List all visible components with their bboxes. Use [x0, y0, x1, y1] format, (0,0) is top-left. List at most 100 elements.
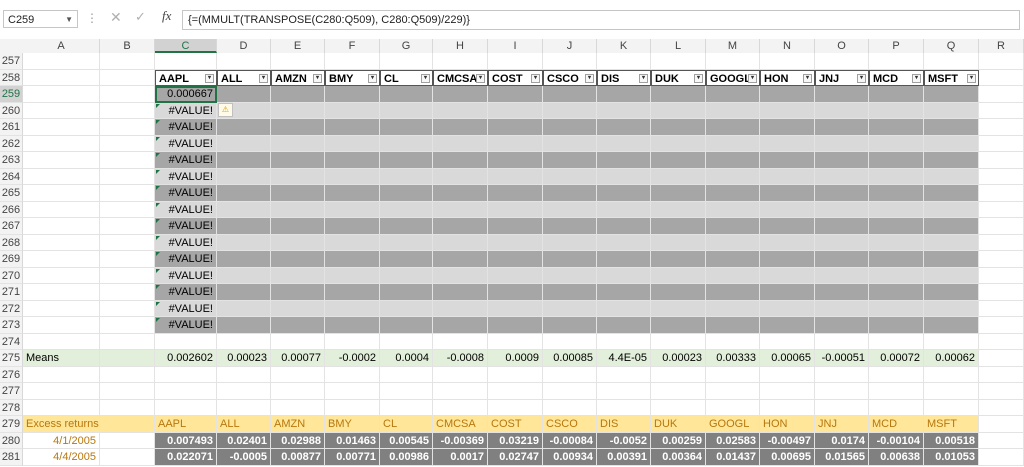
empty-cell[interactable] [543, 399, 597, 416]
column-header-q[interactable]: Q [924, 39, 979, 53]
matrix-cell[interactable] [488, 317, 543, 334]
matrix-cell[interactable] [760, 185, 815, 202]
matrix-cell[interactable] [380, 267, 433, 284]
empty-cell[interactable] [325, 53, 380, 70]
matrix-cell[interactable]: #VALUE! [155, 152, 217, 169]
matrix-cell[interactable] [706, 284, 760, 301]
column-header-j[interactable]: J [543, 39, 597, 53]
empty-cell[interactable] [924, 366, 979, 383]
matrix-cell[interactable] [543, 86, 597, 103]
empty-cell[interactable] [380, 399, 433, 416]
matrix-cell[interactable] [651, 119, 706, 136]
matrix-cell[interactable] [217, 135, 271, 152]
row-header[interactable]: 261 [0, 119, 23, 136]
ticker-header-googl[interactable]: GOOGL ▾ [706, 69, 760, 86]
matrix-cell[interactable] [706, 168, 760, 185]
empty-cell[interactable] [100, 135, 155, 152]
empty-cell[interactable] [979, 152, 1024, 169]
excess-return-value[interactable]: 0.01437 [706, 449, 760, 466]
empty-cell[interactable] [433, 53, 488, 70]
matrix-cell[interactable] [760, 234, 815, 251]
empty-cell[interactable] [979, 168, 1024, 185]
matrix-cell[interactable] [325, 317, 380, 334]
empty-cell[interactable] [23, 251, 100, 268]
matrix-cell[interactable] [488, 135, 543, 152]
matrix-cell[interactable] [597, 135, 651, 152]
matrix-cell[interactable] [760, 284, 815, 301]
empty-cell[interactable] [979, 267, 1024, 284]
matrix-cell[interactable] [217, 251, 271, 268]
excess-return-value[interactable]: 0.00877 [271, 449, 325, 466]
matrix-cell[interactable] [271, 284, 325, 301]
column-header-l[interactable]: L [651, 39, 706, 53]
excess-ticker-header[interactable]: HON [760, 416, 815, 433]
matrix-cell[interactable] [433, 317, 488, 334]
mean-value[interactable]: 0.00023 [217, 350, 271, 367]
matrix-cell[interactable]: 0.000667 [155, 86, 217, 103]
matrix-cell[interactable] [815, 102, 869, 119]
matrix-cell[interactable] [869, 119, 924, 136]
matrix-cell[interactable] [760, 102, 815, 119]
matrix-cell[interactable] [924, 234, 979, 251]
matrix-cell[interactable] [597, 185, 651, 202]
empty-cell[interactable] [488, 333, 543, 350]
matrix-cell[interactable] [271, 135, 325, 152]
row-header[interactable]: 271 [0, 284, 23, 301]
empty-cell[interactable] [23, 366, 100, 383]
empty-cell[interactable] [815, 399, 869, 416]
empty-cell[interactable] [651, 333, 706, 350]
empty-cell[interactable] [760, 383, 815, 400]
matrix-cell[interactable] [543, 234, 597, 251]
ticker-header-cmcsa[interactable]: CMCSA ▾ [433, 69, 488, 86]
matrix-cell[interactable] [380, 317, 433, 334]
empty-cell[interactable] [760, 399, 815, 416]
matrix-cell[interactable] [271, 300, 325, 317]
matrix-cell[interactable] [815, 234, 869, 251]
matrix-cell[interactable] [380, 86, 433, 103]
matrix-cell[interactable] [217, 152, 271, 169]
matrix-cell[interactable] [217, 201, 271, 218]
empty-cell[interactable] [380, 366, 433, 383]
matrix-cell[interactable] [760, 251, 815, 268]
ticker-header-dis[interactable]: DIS ▾ [597, 69, 651, 86]
matrix-cell[interactable] [651, 284, 706, 301]
excess-return-value[interactable]: 0.0174 [815, 432, 869, 449]
empty-cell[interactable] [488, 383, 543, 400]
excess-return-value[interactable]: 0.00934 [543, 449, 597, 466]
matrix-cell[interactable] [760, 300, 815, 317]
row-header[interactable]: 280 [0, 432, 23, 449]
matrix-cell[interactable]: #VALUE! [155, 267, 217, 284]
column-header-a[interactable]: A [23, 39, 100, 53]
filter-dropdown-icon[interactable]: ▾ [585, 73, 594, 83]
matrix-cell[interactable] [433, 152, 488, 169]
filter-dropdown-icon[interactable]: ▾ [748, 73, 757, 83]
empty-cell[interactable] [23, 69, 100, 86]
excess-return-value[interactable]: 0.00695 [760, 449, 815, 466]
ticker-header-jnj[interactable]: JNJ ▾ [815, 69, 869, 86]
empty-cell[interactable] [706, 399, 760, 416]
empty-cell[interactable] [979, 234, 1024, 251]
matrix-cell[interactable] [488, 168, 543, 185]
empty-cell[interactable] [100, 284, 155, 301]
empty-cell[interactable] [979, 383, 1024, 400]
excess-ticker-header[interactable]: CMCSA [433, 416, 488, 433]
matrix-cell[interactable] [488, 300, 543, 317]
empty-cell[interactable] [979, 69, 1024, 86]
matrix-cell[interactable] [869, 152, 924, 169]
empty-cell[interactable] [100, 383, 155, 400]
matrix-cell[interactable] [543, 300, 597, 317]
matrix-cell[interactable] [488, 86, 543, 103]
matrix-cell[interactable] [924, 251, 979, 268]
row-header[interactable]: 267 [0, 218, 23, 235]
matrix-cell[interactable]: #VALUE! [155, 185, 217, 202]
mean-value[interactable]: 0.00023 [651, 350, 706, 367]
matrix-cell[interactable] [543, 317, 597, 334]
matrix-cell[interactable]: #VALUE! [155, 234, 217, 251]
matrix-cell[interactable] [815, 251, 869, 268]
mean-value[interactable]: -0.00051 [815, 350, 869, 367]
row-header[interactable]: 281 [0, 449, 23, 466]
ticker-header-amzn[interactable]: AMZN ▾ [271, 69, 325, 86]
matrix-cell[interactable] [597, 102, 651, 119]
matrix-cell[interactable] [815, 201, 869, 218]
empty-cell[interactable] [23, 333, 100, 350]
